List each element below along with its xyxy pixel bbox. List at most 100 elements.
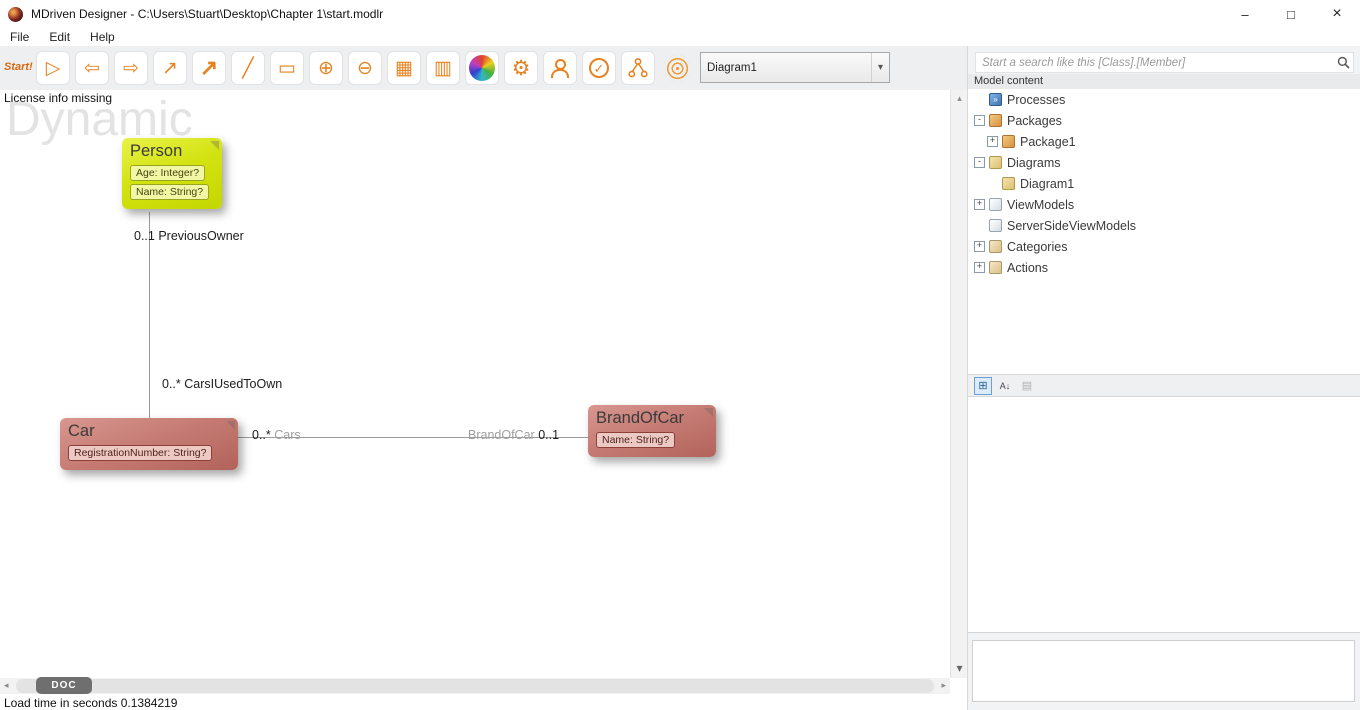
description-area[interactable] — [972, 640, 1355, 702]
alphabetical-sort-button[interactable]: A↓ — [996, 377, 1014, 395]
category-icon — [989, 240, 1002, 253]
property-grid-area[interactable] — [968, 397, 1360, 633]
start-label[interactable]: Start! — [4, 61, 33, 73]
zoom-in-button[interactable]: ⊕ — [309, 51, 343, 85]
action-icon — [989, 261, 1002, 274]
class-person[interactable]: Person Age: Integer? Name: String? — [122, 138, 222, 209]
class-car[interactable]: Car RegistrationNumber: String? — [60, 418, 238, 470]
zoom-out-button[interactable]: ⊖ — [348, 51, 382, 85]
diagram-selector[interactable]: Diagram1 ▾ — [700, 52, 890, 83]
zoom-in-icon: ⊕ — [318, 57, 334, 79]
association-bold-tool-button[interactable]: ↗ — [192, 51, 226, 85]
selection-rect-icon: ▭ — [278, 57, 296, 79]
menu-edit[interactable]: Edit — [39, 29, 80, 45]
scrollbar-thumb[interactable] — [16, 679, 934, 693]
search-input[interactable] — [976, 56, 1333, 69]
tree-item-diagram1[interactable]: Diagram1 — [968, 173, 1360, 194]
menu-help[interactable]: Help — [80, 29, 125, 45]
tree-item-label: Diagram1 — [1020, 176, 1075, 191]
tree-item-viewmodels[interactable]: + ViewModels — [968, 194, 1360, 215]
association-label-previousowner: 0..1 PreviousOwner — [134, 229, 244, 243]
diagram-icon — [989, 156, 1002, 169]
viewmodel-icon — [989, 198, 1002, 211]
hierarchy-button[interactable] — [621, 51, 655, 85]
user-settings-button[interactable] — [543, 51, 577, 85]
settings-gears-button[interactable]: ⚙ — [504, 51, 538, 85]
class-brandofcar[interactable]: BrandOfCar Name: String? — [588, 405, 716, 457]
tree-item-label: Diagrams — [1007, 155, 1061, 170]
gears-icon: ⚙ — [511, 56, 531, 80]
menu-file[interactable]: File — [0, 29, 39, 45]
spiral-button[interactable] — [660, 51, 694, 85]
menu-bar: File Edit Help — [0, 28, 1360, 46]
model-content-header: Model content — [968, 74, 1360, 89]
corner-fold-icon — [226, 421, 235, 430]
tree-item-processes[interactable]: » Processes — [968, 89, 1360, 110]
expand-icon[interactable]: + — [974, 241, 985, 252]
search-box — [975, 52, 1354, 73]
brand-multiplicity: 0..1 — [538, 428, 560, 442]
tree-item-package1[interactable]: + Package1 — [968, 131, 1360, 152]
collapse-icon[interactable]: - — [974, 157, 985, 168]
color-wheel-icon — [469, 55, 495, 81]
tree-item-categories[interactable]: + Categories — [968, 236, 1360, 257]
attribute-registrationnumber[interactable]: RegistrationNumber: String? — [68, 445, 213, 461]
mdriven-designer-window: MDriven Designer - C:\Users\Stuart\Deskt… — [0, 0, 1360, 710]
validate-button[interactable]: ✓ — [582, 51, 616, 85]
minimize-button[interactable]: – — [1222, 0, 1268, 28]
association-tool-button[interactable]: ↗ — [153, 51, 187, 85]
line-tool-button[interactable]: ╱ — [231, 51, 265, 85]
corner-fold-icon — [704, 408, 713, 417]
association-label-cars: 0..* Cars — [252, 428, 301, 442]
check-circle-icon: ✓ — [589, 58, 609, 78]
play-icon: ▷ — [45, 57, 61, 79]
doc-tab[interactable]: DOC — [36, 677, 92, 694]
attribute-name[interactable]: Name: String? — [596, 432, 676, 448]
cars-multiplicity: 0..* — [252, 428, 271, 442]
attribute-age[interactable]: Age: Integer? — [130, 165, 206, 181]
tree-item-serversideviewmodels[interactable]: ServerSideViewModels — [968, 215, 1360, 236]
tree-item-label: ViewModels — [1007, 197, 1075, 212]
expand-icon[interactable]: + — [974, 199, 985, 210]
close-button[interactable]: × — [1314, 0, 1360, 28]
tree-item-actions[interactable]: + Actions — [968, 257, 1360, 278]
search-icon[interactable] — [1333, 56, 1353, 69]
scroll-right-icon[interactable]: ▸ — [941, 680, 946, 691]
categorized-view-button[interactable]: ⊞ — [974, 376, 992, 395]
diagram-report-button[interactable]: ▥ — [426, 51, 460, 85]
scroll-up-icon[interactable]: ▴ — [951, 93, 968, 104]
canvas-horizontal-scrollbar[interactable]: ◂ ▸ — [0, 678, 950, 694]
window-title: MDriven Designer - C:\Users\Stuart\Deskt… — [31, 7, 384, 21]
forward-arrow-icon: ⇨ — [123, 57, 139, 79]
spiral-icon — [663, 54, 691, 82]
association-label-brandofcar: BrandOfCar 0..1 — [468, 428, 559, 442]
tree-item-label: Processes — [1007, 92, 1066, 107]
back-arrow-icon: ⇦ — [84, 57, 100, 79]
attribute-name[interactable]: Name: String? — [130, 184, 210, 200]
diagram-selector-value: Diagram1 — [707, 61, 757, 74]
run-button[interactable]: ▷ — [36, 51, 70, 85]
nav-back-button[interactable]: ⇦ — [75, 51, 109, 85]
diagonal-arrow-icon: ↗ — [162, 57, 178, 79]
chevron-down-icon: ▾ — [871, 53, 889, 82]
expand-icon[interactable]: + — [974, 262, 985, 273]
select-tool-button[interactable]: ▭ — [270, 51, 304, 85]
class-name: BrandOfCar — [596, 409, 685, 427]
scroll-down-icon[interactable]: ▾ — [951, 661, 968, 675]
scroll-left-icon[interactable]: ◂ — [4, 680, 9, 691]
nav-forward-button[interactable]: ⇨ — [114, 51, 148, 85]
line-icon: ╱ — [242, 57, 254, 79]
diagram-canvas[interactable]: License info missing Dynamic 0..1 Previo… — [0, 90, 950, 678]
collapse-icon[interactable]: - — [974, 115, 985, 126]
maximize-button[interactable]: □ — [1268, 0, 1314, 28]
tree-item-diagrams[interactable]: - Diagrams — [968, 152, 1360, 173]
grid-view-button[interactable]: ▦ — [387, 51, 421, 85]
load-time-text: Load time in seconds 0.1384219 — [4, 696, 178, 710]
color-wheel-button[interactable] — [465, 51, 499, 85]
canvas-vertical-scrollbar[interactable]: ▴ ▾ — [950, 90, 967, 678]
title-bar: MDriven Designer - C:\Users\Stuart\Deskt… — [0, 0, 1360, 28]
property-pages-button[interactable]: ▤ — [1018, 377, 1036, 395]
expand-icon[interactable]: + — [987, 136, 998, 147]
tree-item-packages[interactable]: - Packages — [968, 110, 1360, 131]
license-info-text: License info missing — [4, 91, 113, 105]
